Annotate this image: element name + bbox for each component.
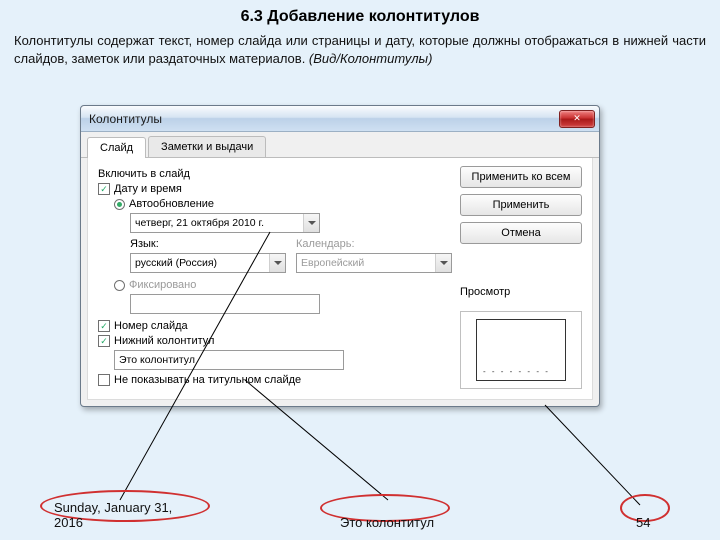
- footer-text: Это колонтитул: [340, 515, 434, 530]
- date-dropdown[interactable]: четверг, 21 октября 2010 г.: [130, 213, 320, 233]
- cal-label: Календарь:: [296, 238, 452, 250]
- footer-page: 54: [636, 515, 650, 530]
- desc-path: (Вид/Колонтитулы): [309, 51, 433, 66]
- section-heading: 6.3 Добавление колонтитулов: [0, 0, 720, 32]
- include-label: Включить в слайд: [98, 168, 452, 180]
- language-dropdown[interactable]: русский (Россия): [130, 253, 286, 273]
- tab-notes-handouts[interactable]: Заметки и выдачи: [148, 136, 266, 157]
- checkbox-footer[interactable]: [98, 335, 110, 347]
- chevron-down-icon: [303, 214, 319, 232]
- calendar-dropdown: Европейский: [296, 253, 452, 273]
- checkbox-hide-title[interactable]: [98, 374, 110, 386]
- footer-label: Нижний колонтитул: [114, 335, 214, 347]
- dialog-titlebar[interactable]: Колонтитулы ✕: [81, 106, 599, 132]
- tab-slide[interactable]: Слайд: [87, 137, 146, 158]
- lang-label: Язык:: [130, 238, 286, 250]
- preview-box: - - - - - - - -: [460, 311, 582, 389]
- apply-button[interactable]: Применить: [460, 194, 582, 216]
- left-panel: Включить в слайд Дату и время Автообновл…: [98, 166, 452, 389]
- radio-auto[interactable]: [114, 199, 125, 210]
- footer-date: Sunday, January 31, 2016: [54, 501, 204, 530]
- hide-title-label: Не показывать на титульном слайде: [114, 374, 301, 386]
- preview-placeholders: - - - - - - - -: [483, 367, 559, 376]
- chevron-down-icon: [269, 254, 285, 272]
- description: Колонтитулы содержат текст, номер слайда…: [0, 32, 720, 77]
- lang-row: Язык: русский (Россия) Календарь: Европе…: [130, 236, 452, 273]
- dialog-body: Включить в слайд Дату и время Автообновл…: [87, 158, 593, 400]
- dialog-title: Колонтитулы: [89, 112, 559, 126]
- slide-num-label: Номер слайда: [114, 320, 188, 332]
- fixed-input: [130, 294, 320, 314]
- preview-label: Просмотр: [460, 286, 582, 298]
- fixed-label: Фиксировано: [129, 279, 196, 291]
- dialog-headers-footers: Колонтитулы ✕ Слайд Заметки и выдачи Вкл…: [80, 105, 600, 407]
- chevron-down-icon: [435, 254, 451, 272]
- footer-input[interactable]: Это колонтитул: [114, 350, 344, 370]
- right-panel: Применить ко всем Применить Отмена Просм…: [460, 166, 582, 389]
- preview-slide: - - - - - - - -: [476, 319, 566, 381]
- cancel-button[interactable]: Отмена: [460, 222, 582, 244]
- radio-fixed[interactable]: [114, 280, 125, 291]
- datetime-label: Дату и время: [114, 183, 182, 195]
- tab-strip: Слайд Заметки и выдачи: [81, 132, 599, 158]
- apply-all-button[interactable]: Применить ко всем: [460, 166, 582, 188]
- checkbox-slide-number[interactable]: [98, 320, 110, 332]
- auto-label: Автообновление: [129, 198, 214, 210]
- checkbox-datetime[interactable]: [98, 183, 110, 195]
- close-icon[interactable]: ✕: [559, 110, 595, 128]
